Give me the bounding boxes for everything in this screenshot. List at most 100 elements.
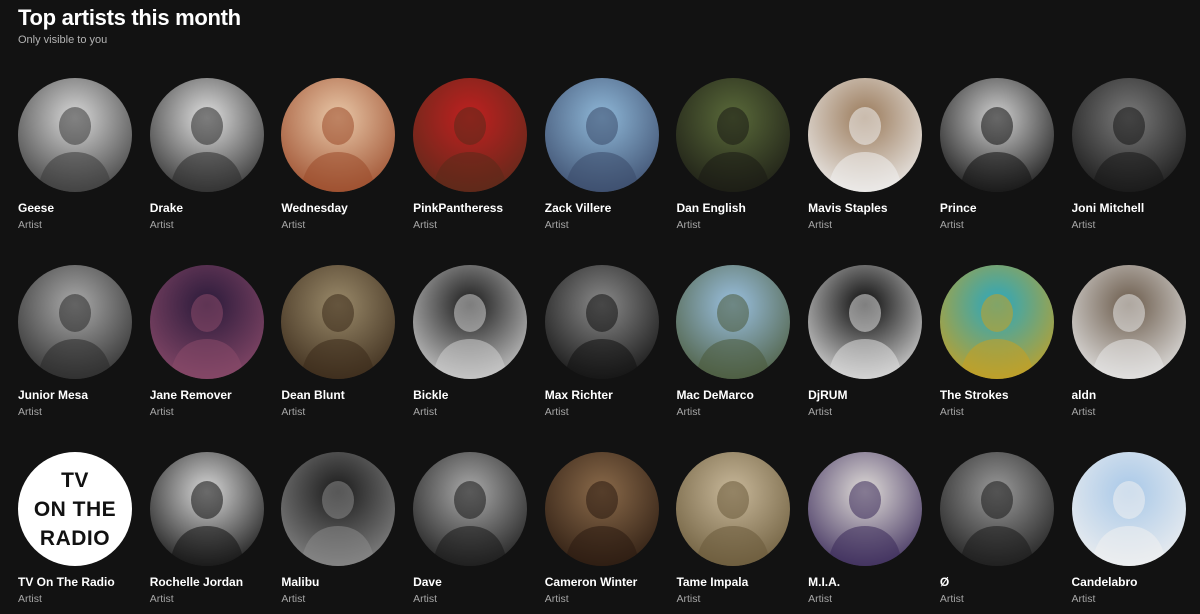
artist-name[interactable]: Dan English xyxy=(676,201,790,215)
artist-type-label: Artist xyxy=(18,219,42,231)
artist-card[interactable]: M.I.A. Artist xyxy=(808,452,923,605)
artist-card[interactable]: The Strokes Artist xyxy=(939,265,1054,418)
artist-name[interactable]: Zack Villere xyxy=(545,201,659,215)
artist-photo[interactable] xyxy=(18,265,132,379)
artist-photo[interactable] xyxy=(1071,452,1186,566)
artist-name[interactable]: Jane Remover xyxy=(150,388,264,402)
artist-photo[interactable] xyxy=(808,452,923,566)
artist-card[interactable]: Candelabro Artist xyxy=(1071,452,1186,605)
artist-name[interactable]: Max Richter xyxy=(545,388,659,402)
artist-name[interactable]: Bickle xyxy=(413,388,527,402)
artist-photo[interactable] xyxy=(281,265,396,379)
artist-name[interactable]: Malibu xyxy=(281,575,395,589)
artist-photo[interactable] xyxy=(676,265,791,379)
artist-type-label: Artist xyxy=(149,406,174,418)
artist-name[interactable]: Prince xyxy=(940,201,1054,215)
artist-photo[interactable] xyxy=(544,265,659,379)
artist-type-label: Artist xyxy=(544,406,569,418)
artist-name[interactable]: M.I.A. xyxy=(808,575,922,589)
artist-name[interactable]: PinkPantheress xyxy=(413,201,527,215)
artist-card[interactable]: TV ON THE RADIO TV On The Radio Artist xyxy=(18,452,132,605)
artist-card[interactable]: Wednesday Artist xyxy=(281,78,396,231)
artist-photo[interactable] xyxy=(544,452,659,566)
artist-name[interactable]: Junior Mesa xyxy=(18,388,132,402)
artist-photo[interactable] xyxy=(808,265,923,379)
artist-photo[interactable] xyxy=(18,78,132,192)
artist-photo[interactable] xyxy=(544,78,659,192)
artist-photo[interactable] xyxy=(939,78,1054,192)
artist-photo[interactable] xyxy=(676,78,791,192)
artist-type-label: Artist xyxy=(1071,593,1096,605)
artist-type-label: Artist xyxy=(149,593,174,605)
artist-card[interactable]: Joni Mitchell Artist xyxy=(1071,78,1186,231)
page-header: Top artists this month Only visible to y… xyxy=(18,4,241,46)
artist-type-label: Artist xyxy=(544,219,569,231)
page-title[interactable]: Top artists this month xyxy=(18,4,241,32)
artist-card[interactable]: Geese Artist xyxy=(18,78,132,231)
artist-name[interactable]: Mac DeMarco xyxy=(676,388,790,402)
artist-type-label: Artist xyxy=(808,219,833,231)
artist-photo[interactable] xyxy=(1071,265,1186,379)
artist-type-label: Artist xyxy=(281,406,306,418)
artist-card[interactable]: Ø Artist xyxy=(939,452,1054,605)
artist-photo[interactable] xyxy=(939,265,1054,379)
logo-text-line: RADIO xyxy=(39,526,111,550)
artist-card[interactable]: Max Richter Artist xyxy=(544,265,659,418)
artist-name[interactable]: The Strokes xyxy=(940,388,1054,402)
artist-name[interactable]: TV On The Radio xyxy=(18,575,132,589)
artist-photo[interactable] xyxy=(939,452,1054,566)
artist-card[interactable]: Prince Artist xyxy=(939,78,1054,231)
artist-type-label: Artist xyxy=(149,219,174,231)
top-artists-page: Top artists this month Only visible to y… xyxy=(0,0,1200,614)
artist-type-label: Artist xyxy=(939,593,964,605)
artist-name[interactable]: Dean Blunt xyxy=(281,388,395,402)
artist-photo[interactable] xyxy=(413,78,528,192)
artist-name[interactable]: Dave xyxy=(413,575,527,589)
artist-card[interactable]: Mavis Staples Artist xyxy=(808,78,923,231)
artist-name[interactable]: Tame Impala xyxy=(676,575,790,589)
artist-card[interactable]: Mac DeMarco Artist xyxy=(676,265,791,418)
artist-card[interactable]: Tame Impala Artist xyxy=(676,452,791,605)
artist-photo[interactable] xyxy=(149,452,264,566)
artist-card[interactable]: Cameron Winter Artist xyxy=(544,452,659,605)
artist-type-label: Artist xyxy=(413,406,437,418)
artist-card[interactable]: Bickle Artist xyxy=(413,265,528,418)
artist-grid: Geese Artist Drake Artist Wednesday Artist Pin… xyxy=(18,78,1188,605)
artist-card[interactable]: Drake Artist xyxy=(149,78,264,231)
artist-name[interactable]: Geese xyxy=(18,201,132,215)
artist-card[interactable]: Rochelle Jordan Artist xyxy=(149,452,264,605)
artist-photo[interactable] xyxy=(149,265,264,379)
artist-type-label: Artist xyxy=(544,593,569,605)
artist-name[interactable]: DjRUM xyxy=(808,388,922,402)
artist-card[interactable]: Jane Remover Artist xyxy=(149,265,264,418)
artist-photo[interactable] xyxy=(413,265,528,379)
artist-card[interactable]: Zack Villere Artist xyxy=(544,78,659,231)
artist-photo[interactable] xyxy=(676,452,791,566)
artist-photo[interactable] xyxy=(1071,78,1186,192)
artist-photo[interactable] xyxy=(413,452,528,566)
artist-name[interactable]: Joni Mitchell xyxy=(1072,201,1186,215)
artist-card[interactable]: Dan English Artist xyxy=(676,78,791,231)
artist-photo[interactable] xyxy=(281,78,396,192)
artist-card[interactable]: Dave Artist xyxy=(413,452,528,605)
artist-card[interactable]: Dean Blunt Artist xyxy=(281,265,396,418)
artist-name[interactable]: Drake xyxy=(150,201,264,215)
artist-name[interactable]: Cameron Winter xyxy=(545,575,659,589)
artist-card[interactable]: PinkPantheress Artist xyxy=(413,78,528,231)
artist-card[interactable]: aldn Artist xyxy=(1071,265,1186,418)
artist-photo[interactable] xyxy=(281,452,396,566)
artist-name[interactable]: Rochelle Jordan xyxy=(150,575,264,589)
artist-photo[interactable] xyxy=(808,78,923,192)
artist-name[interactable]: Mavis Staples xyxy=(808,201,922,215)
artist-card[interactable]: Junior Mesa Artist xyxy=(18,265,132,418)
artist-photo[interactable] xyxy=(149,78,264,192)
artist-name[interactable]: Candelabro xyxy=(1072,575,1186,589)
artist-card[interactable]: Malibu Artist xyxy=(281,452,396,605)
artist-name[interactable]: aldn xyxy=(1072,388,1186,402)
artist-name[interactable]: Wednesday xyxy=(281,201,395,215)
artist-card[interactable]: DjRUM Artist xyxy=(808,265,923,418)
artist-type-label: Artist xyxy=(18,593,42,605)
artist-type-label: Artist xyxy=(1071,406,1096,418)
artist-name[interactable]: Ø xyxy=(940,575,1054,589)
artist-logo-image[interactable]: TV ON THE RADIO xyxy=(18,452,132,566)
